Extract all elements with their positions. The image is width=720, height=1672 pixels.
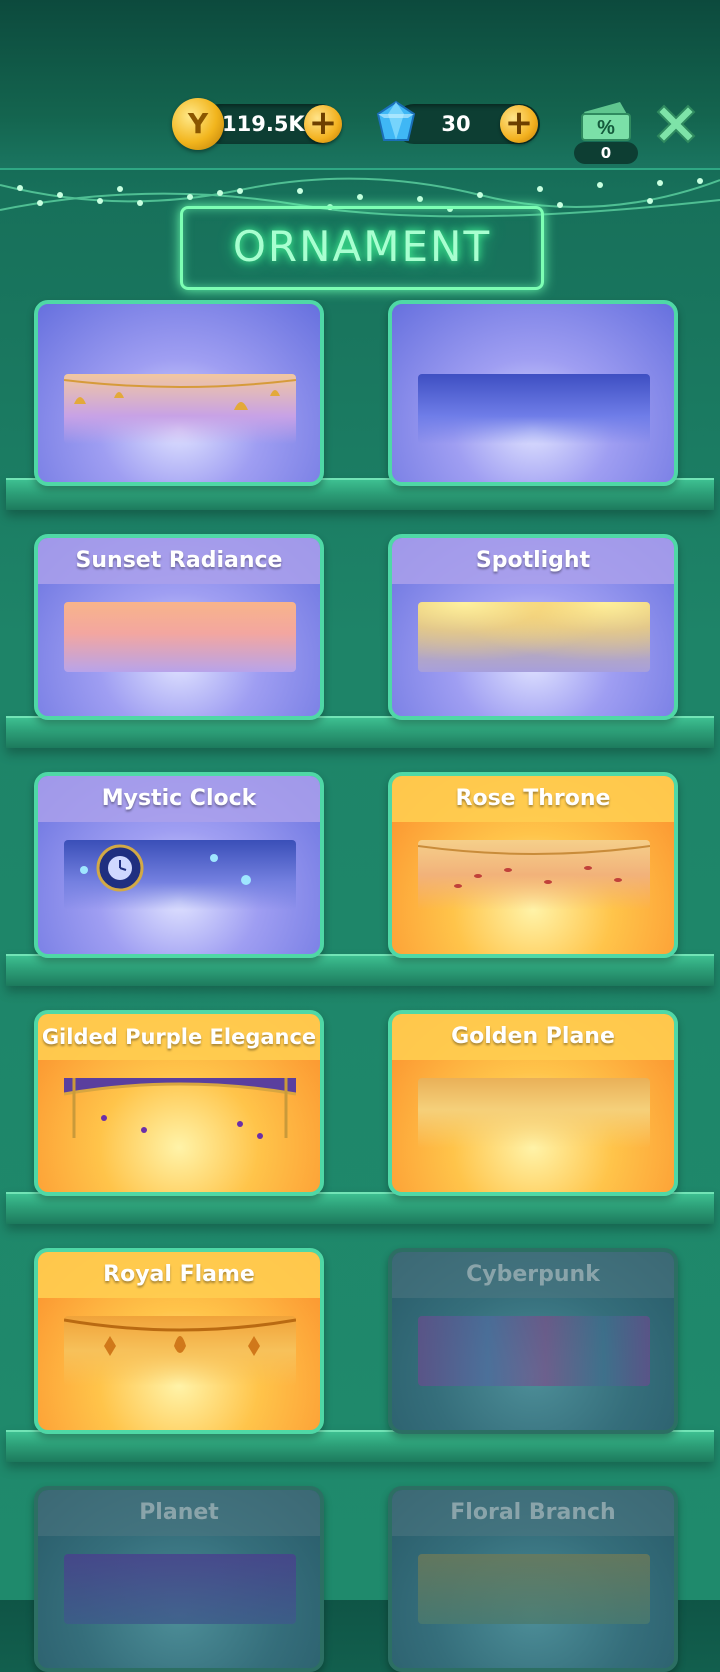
ornament-card-mystic-clock[interactable]: Mystic Clock [34, 772, 324, 958]
ornament-card-sunset-radiance[interactable]: Sunset Radiance [34, 534, 324, 720]
bells-ornament-preview [63, 374, 297, 444]
ornament-card-spotlight[interactable]: Spotlight [388, 534, 678, 720]
mystic-clock-preview [64, 840, 296, 910]
floral-branch-preview [418, 1554, 650, 1624]
ornament-card-royal-flame[interactable]: Royal Flame [34, 1248, 324, 1434]
rose-throne-preview [417, 840, 651, 910]
royal-flame-preview [63, 1316, 297, 1386]
rose-petals-icon [417, 845, 651, 888]
ornament-card-gilded-purple-elegance[interactable]: Gilded Purple Elegance [34, 1010, 324, 1196]
gilded-purple-elegance-preview [63, 1078, 297, 1148]
bell-icon [63, 379, 297, 410]
card-title: Royal Flame [38, 1252, 320, 1298]
close-icon[interactable] [652, 100, 700, 148]
planet-preview [64, 1554, 296, 1624]
ornament-card[interactable] [388, 300, 678, 486]
shelf [6, 1430, 714, 1462]
gem-icon [376, 100, 416, 141]
ornament-card-golden-plane[interactable]: Golden Plane [388, 1010, 678, 1196]
discount-ticket-icon[interactable]: % [580, 102, 632, 142]
card-title: Sunset Radiance [38, 538, 320, 584]
golden-plane-preview [418, 1078, 650, 1148]
page-title: ORNAMENT [232, 222, 492, 271]
ornament-card-rose-throne[interactable]: Rose Throne [388, 772, 678, 958]
coin-symbol: Y [187, 107, 209, 140]
card-title: Mystic Clock [38, 776, 320, 822]
card-title: Spotlight [392, 538, 674, 584]
coin-balance: 119.5K [222, 112, 305, 136]
shelf [6, 954, 714, 986]
cyberpunk-preview [418, 1316, 650, 1386]
gem-balance: 30 [441, 112, 471, 136]
add-coins-button[interactable]: + [304, 105, 342, 143]
coin-icon: Y [172, 98, 224, 150]
card-title: Cyberpunk [392, 1252, 674, 1298]
sunset-radiance-preview [64, 602, 296, 672]
clock-icon [80, 844, 251, 892]
shelf [6, 716, 714, 748]
card-title: Planet [38, 1490, 320, 1536]
card-title: Golden Plane [392, 1014, 674, 1060]
add-gems-button[interactable]: + [500, 105, 538, 143]
ornament-card-cyberpunk-locked[interactable]: Cyberpunk [388, 1248, 678, 1434]
card-title: Gilded Purple Elegance [38, 1014, 320, 1060]
ornament-card[interactable] [34, 300, 324, 486]
arch-ornament-icon [63, 1078, 297, 1139]
ornament-card-planet-locked[interactable]: Planet [34, 1486, 324, 1672]
card-title: Rose Throne [392, 776, 674, 822]
ticket-count: 0 [574, 142, 638, 164]
ticket-symbol: % [597, 117, 615, 139]
ornament-title-sign: ORNAMENT [180, 206, 544, 290]
night-wave-ornament-preview [418, 374, 650, 444]
ornament-card-floral-branch-locked[interactable]: Floral Branch [388, 1486, 678, 1672]
card-title: Floral Branch [392, 1490, 674, 1536]
flame-lantern-icon [63, 1318, 297, 1356]
spotlight-preview [418, 602, 650, 672]
shelf [6, 1192, 714, 1224]
